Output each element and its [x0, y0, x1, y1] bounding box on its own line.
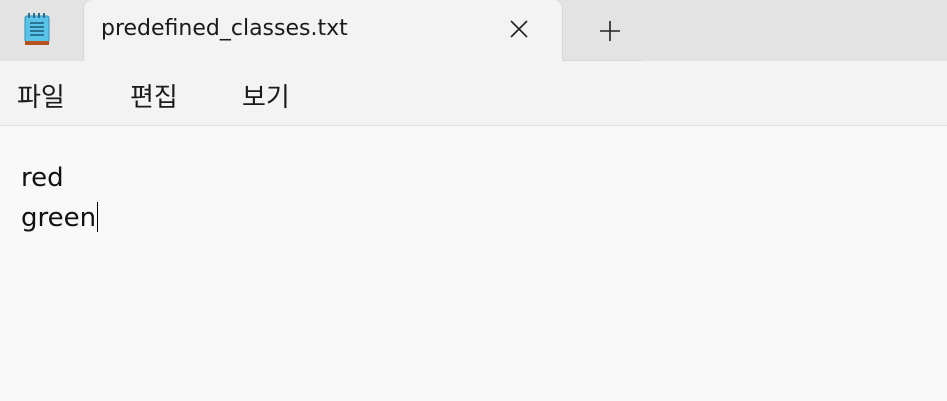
notepad-window: predefined_classes.txt 파일 편집 보기 red gree — [0, 0, 947, 401]
menu-file[interactable]: 파일 — [17, 77, 65, 114]
text-editor[interactable]: red green — [0, 126, 947, 401]
editor-line-text: green — [21, 203, 97, 233]
tab-predefined-classes[interactable]: predefined_classes.txt — [84, 0, 562, 61]
tab-title: predefined_classes.txt — [101, 16, 348, 41]
text-caret — [97, 202, 99, 232]
editor-line: red — [21, 163, 64, 193]
plus-icon[interactable] — [592, 14, 628, 48]
tab-strip: predefined_classes.txt — [0, 0, 947, 61]
menu-edit[interactable]: 편집 — [130, 77, 178, 114]
menu-view[interactable]: 보기 — [242, 77, 290, 114]
editor-line: green — [21, 202, 99, 233]
close-icon[interactable] — [504, 14, 534, 44]
menu-bar: 파일 편집 보기 — [0, 61, 947, 126]
editor-line-text: red — [21, 163, 64, 193]
notepad-icon — [22, 12, 52, 46]
